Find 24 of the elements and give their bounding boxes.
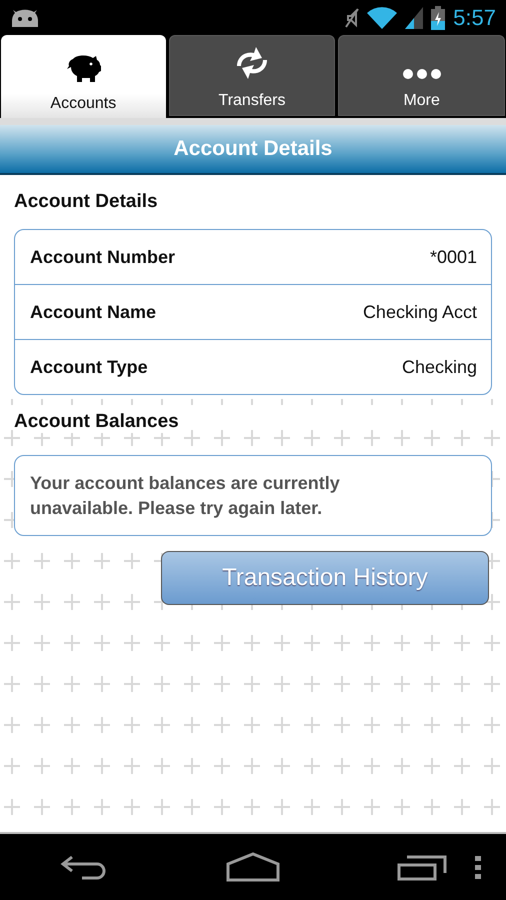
nav-tab[interactable]: Transfers bbox=[168, 35, 336, 116]
page-title: Account Details bbox=[174, 137, 332, 161]
balance-message: Your account balances are currently unavailable. Please try again later. bbox=[30, 473, 340, 518]
more-dots-icon bbox=[402, 68, 442, 80]
signal-icon bbox=[405, 6, 424, 28]
overflow-menu-icon[interactable] bbox=[475, 856, 481, 880]
android-icon bbox=[12, 8, 38, 26]
wifi-icon bbox=[367, 6, 398, 28]
field-label: Account Number bbox=[30, 246, 176, 268]
section-heading: Account Details bbox=[14, 191, 159, 213]
muted-speaker-icon bbox=[345, 8, 360, 28]
field-value: Checking Acct bbox=[362, 302, 477, 322]
section-heading: Account Balances bbox=[14, 411, 179, 432]
field-label: Account Name bbox=[30, 302, 156, 322]
battery-icon bbox=[431, 6, 446, 30]
recent-apps-icon[interactable] bbox=[396, 853, 447, 881]
field-value: *0001 bbox=[430, 246, 477, 268]
back-icon[interactable] bbox=[60, 853, 108, 881]
status-time: 5:57 bbox=[453, 4, 496, 30]
field-value: Checking bbox=[402, 356, 477, 378]
home-icon[interactable] bbox=[226, 852, 280, 882]
nav-tab[interactable]: More bbox=[338, 35, 506, 116]
nav-tab[interactable]: Accounts bbox=[1, 35, 166, 118]
field-label: Account Type bbox=[30, 356, 148, 378]
